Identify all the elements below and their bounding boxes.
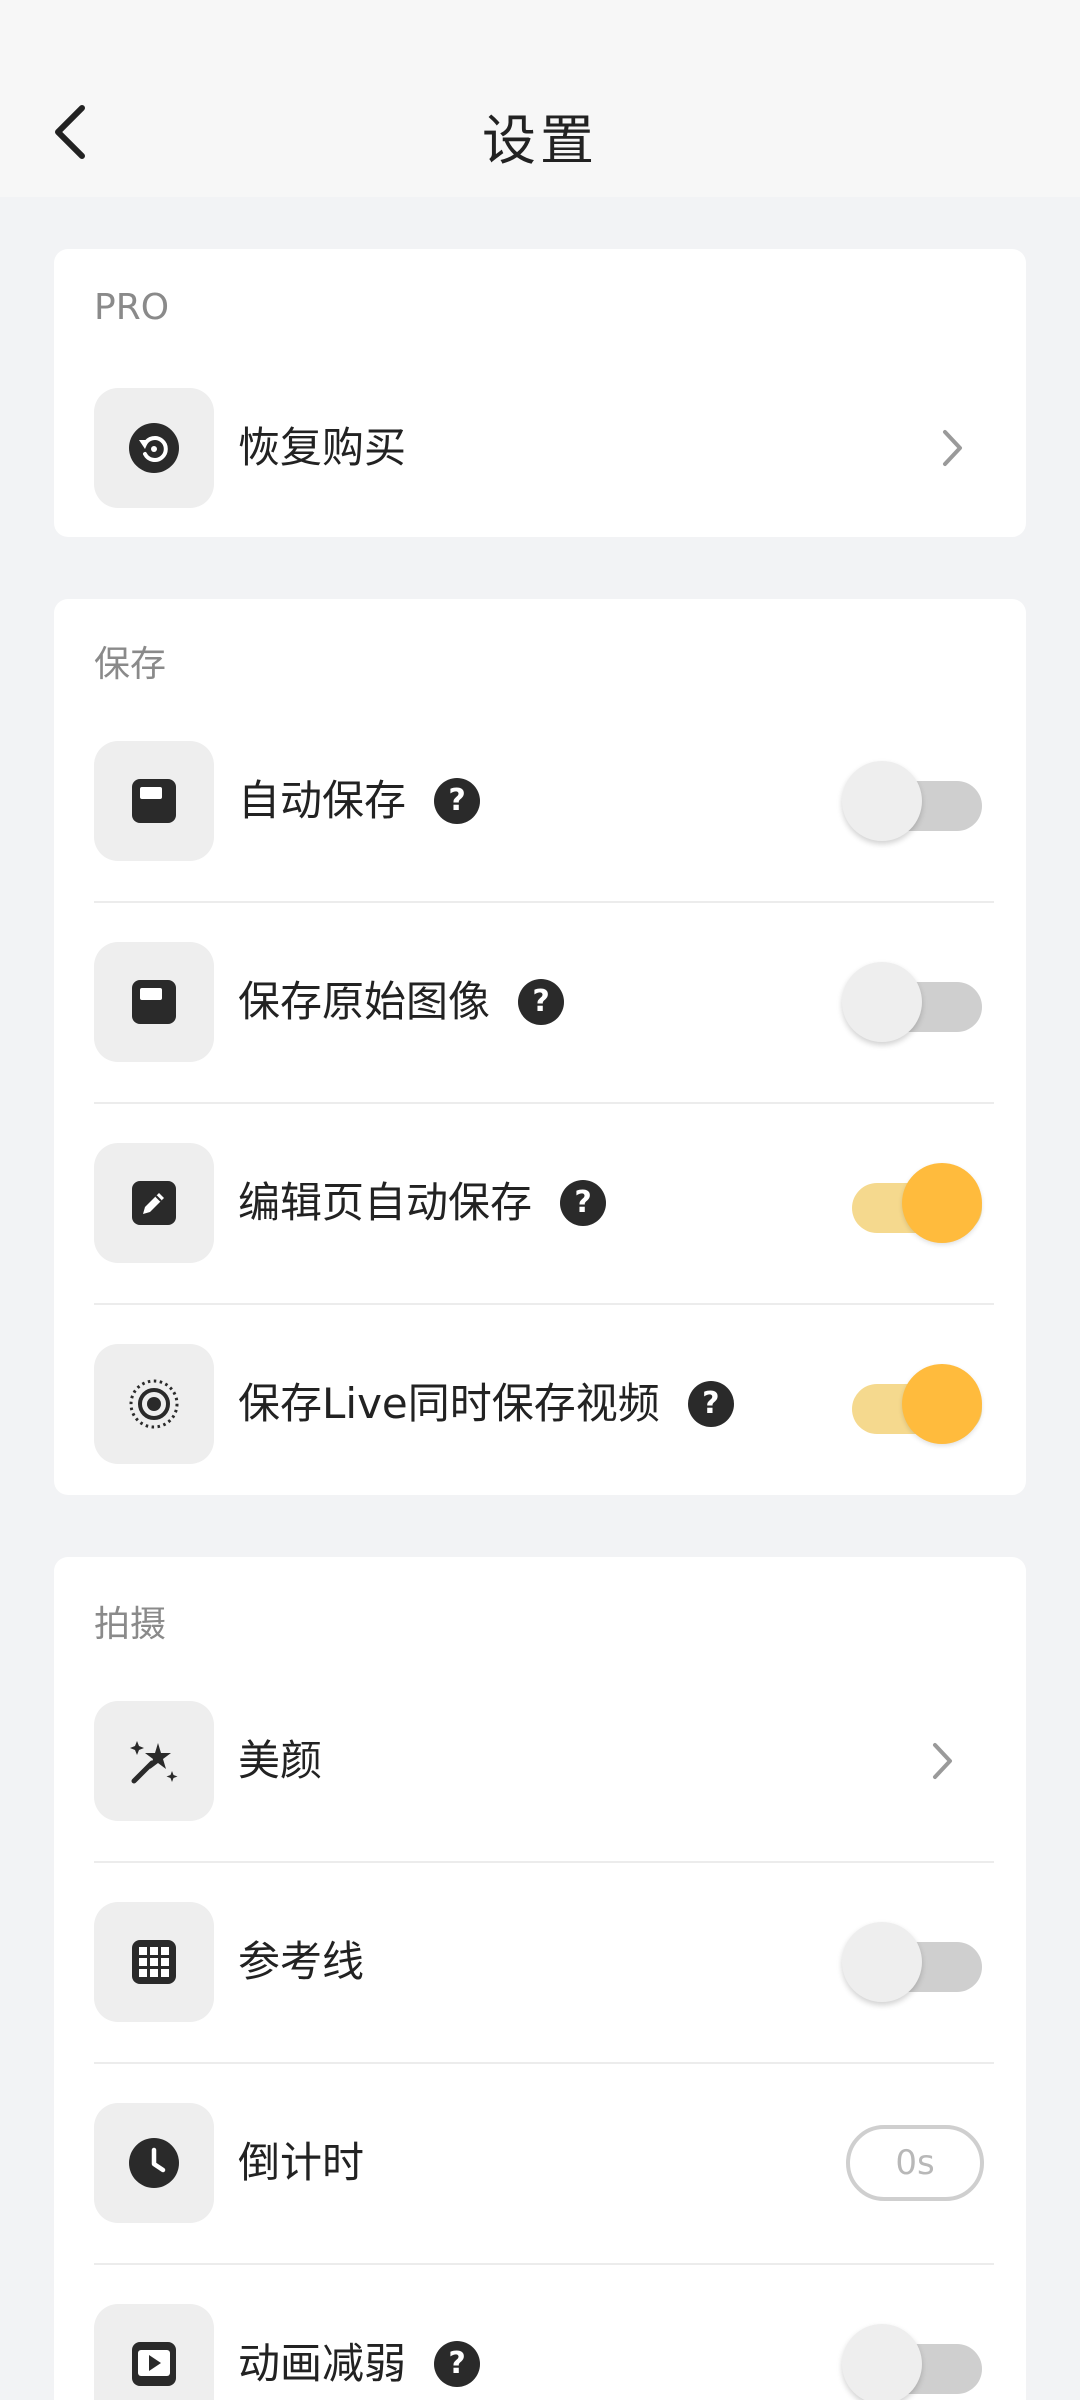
save-original-toggle[interactable] bbox=[842, 962, 982, 1042]
save-icon-box bbox=[94, 942, 214, 1062]
live-photo-icon-box bbox=[94, 1344, 214, 1464]
edit-icon-box bbox=[94, 1143, 214, 1263]
save-live-video-row: 保存Live同时保存视频? bbox=[94, 1344, 994, 1464]
toggle-knob bbox=[842, 1922, 922, 2002]
reduce-motion-text: 动画减弱 bbox=[238, 2339, 407, 2388]
shoot-card: 拍摄 美颜 参考线 倒计时 0s 动画减弱 ? bbox=[54, 1557, 1026, 2400]
grid-icon-box bbox=[94, 1902, 214, 2022]
auto-save-text: 自动保存 bbox=[238, 776, 407, 825]
restore-purchase-row[interactable]: 恢复购买 bbox=[94, 388, 994, 508]
restore-icon-box bbox=[94, 388, 214, 508]
timer-value-button[interactable]: 0s bbox=[846, 2125, 984, 2201]
grid-icon bbox=[132, 1940, 176, 1984]
edit-auto-save-row: 编辑页自动保存? bbox=[94, 1143, 994, 1263]
chevron-right-icon bbox=[933, 1743, 952, 1779]
save-original-label: 保存原始图像? bbox=[238, 942, 565, 1062]
save-icon bbox=[132, 980, 176, 1024]
toggle-knob bbox=[842, 2324, 922, 2400]
help-icon[interactable]: ? bbox=[687, 1380, 734, 1427]
help-icon[interactable]: ? bbox=[434, 2340, 481, 2387]
save-icon-box bbox=[94, 741, 214, 861]
section-label-save: 保存 bbox=[94, 644, 167, 685]
save-original-row: 保存原始图像? bbox=[94, 942, 994, 1062]
edit-icon bbox=[132, 1181, 176, 1225]
magic-wand-icon bbox=[130, 1741, 178, 1784]
magic-wand-icon-box bbox=[94, 1701, 214, 1821]
grid-row: 参考线 bbox=[94, 1902, 994, 2022]
edit-auto-save-toggle[interactable] bbox=[842, 1163, 982, 1243]
timer-row: 倒计时 0s bbox=[94, 2103, 994, 2223]
top-bar: 设置 bbox=[0, 0, 1080, 197]
divider bbox=[94, 1303, 994, 1305]
live-photo-icon bbox=[129, 1379, 179, 1429]
toggle-knob bbox=[902, 1364, 982, 1444]
clock-icon-box bbox=[94, 2103, 214, 2223]
pro-card: PRO 恢复购买 bbox=[54, 249, 1026, 537]
save-live-video-label: 保存Live同时保存视频? bbox=[238, 1344, 734, 1464]
save-live-video-text: 保存Live同时保存视频 bbox=[238, 1379, 660, 1428]
reduce-motion-toggle[interactable] bbox=[842, 2324, 982, 2400]
page-title: 设置 bbox=[482, 109, 598, 172]
divider bbox=[94, 2062, 994, 2064]
divider bbox=[94, 1861, 994, 1863]
toggle-knob bbox=[842, 962, 922, 1042]
reduce-motion-label: 动画减弱? bbox=[238, 2304, 481, 2400]
toggle-knob bbox=[902, 1163, 982, 1243]
divider bbox=[94, 901, 994, 903]
section-label-pro: PRO bbox=[94, 287, 170, 328]
restore-icon bbox=[129, 423, 179, 473]
save-live-video-toggle[interactable] bbox=[842, 1364, 982, 1444]
auto-save-toggle[interactable] bbox=[842, 761, 982, 841]
help-icon[interactable]: ? bbox=[560, 1179, 607, 1226]
section-label-shoot: 拍摄 bbox=[94, 1604, 167, 1645]
auto-save-label: 自动保存? bbox=[238, 741, 481, 861]
timer-label: 倒计时 bbox=[238, 2138, 365, 2187]
beauty-label: 美颜 bbox=[238, 1736, 323, 1785]
edit-auto-save-label: 编辑页自动保存? bbox=[238, 1143, 607, 1263]
help-icon[interactable]: ? bbox=[518, 978, 565, 1025]
clock-icon bbox=[129, 2138, 179, 2188]
toggle-knob bbox=[842, 761, 922, 841]
help-icon[interactable]: ? bbox=[434, 777, 481, 824]
save-icon bbox=[132, 779, 176, 823]
chevron-right-icon bbox=[943, 430, 962, 466]
divider bbox=[94, 1102, 994, 1104]
auto-save-row: 自动保存? bbox=[94, 741, 994, 861]
grid-toggle[interactable] bbox=[842, 1922, 982, 2002]
edit-auto-save-text: 编辑页自动保存 bbox=[238, 1178, 533, 1227]
play-icon-box bbox=[94, 2304, 214, 2400]
restore-purchase-label: 恢复购买 bbox=[238, 423, 407, 472]
divider bbox=[94, 2263, 994, 2265]
play-icon bbox=[132, 2342, 176, 2386]
reduce-motion-row: 动画减弱? bbox=[94, 2304, 994, 2400]
grid-label: 参考线 bbox=[238, 1937, 365, 1986]
save-card: 保存 自动保存? 保存原始图像? 编辑页自动保存 ? 保存Live同时保存视频 … bbox=[54, 599, 1026, 1495]
beauty-row[interactable]: 美颜 bbox=[94, 1701, 994, 1821]
save-original-text: 保存原始图像 bbox=[238, 977, 491, 1026]
